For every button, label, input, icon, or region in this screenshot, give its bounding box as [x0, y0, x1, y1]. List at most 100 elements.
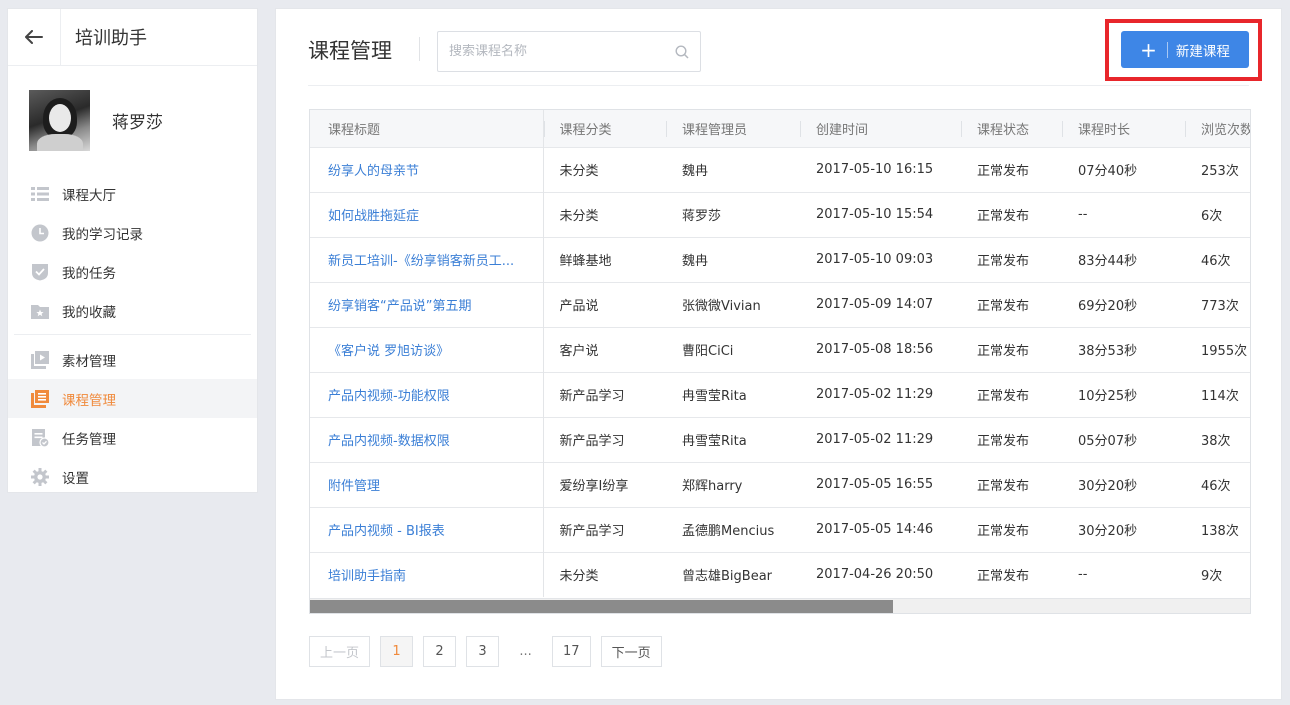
course-title-link[interactable]: 《客户说 罗旭访谈》	[328, 344, 449, 359]
course-icon	[31, 389, 49, 408]
gear-icon	[31, 467, 49, 486]
cell-title: 附件管理	[310, 461, 544, 507]
cell-created: 2017-05-10 09:03	[800, 236, 961, 282]
course-title-link[interactable]: 产品内视频-数据权限	[328, 434, 450, 449]
cell-category: 未分类	[543, 551, 666, 597]
cell-status: 正常发布	[961, 146, 1062, 192]
cell-duration: 69分20秒	[1062, 281, 1185, 327]
page-button-last[interactable]: 17	[552, 636, 591, 667]
search-icon[interactable]	[664, 44, 700, 59]
cell-duration: 30分20秒	[1062, 506, 1185, 552]
table-row[interactable]: 如何战胜拖延症 未分类 蒋罗莎 2017-05-10 15:54 正常发布 -- 6次	[310, 191, 1250, 237]
cell-status: 正常发布	[961, 281, 1062, 327]
clock-icon	[31, 224, 49, 242]
back-button[interactable]	[8, 8, 61, 66]
table-row[interactable]: 产品内视频 - BI报表 新产品学习 孟德鹏Mencius 2017-05-05 14…	[310, 506, 1250, 552]
sidebar-item-label: 我的学习记录	[62, 226, 143, 243]
course-title-link[interactable]: 纷享人的母亲节	[328, 164, 419, 179]
avatar[interactable]	[29, 89, 90, 151]
cell-views: 9次	[1185, 551, 1250, 597]
column-header-views[interactable]: 浏览次数	[1185, 110, 1250, 147]
sidebar-item-course-hall[interactable]: 课程大厅	[8, 174, 257, 213]
page-button-2[interactable]: 2	[423, 636, 457, 667]
cell-status: 正常发布	[961, 371, 1062, 417]
cell-created: 2017-05-08 18:56	[800, 326, 961, 372]
column-header-admin[interactable]: 课程管理员	[666, 110, 800, 147]
sidebar-item-study-record[interactable]: 我的学习记录	[8, 213, 257, 252]
cell-views: 46次	[1185, 461, 1250, 507]
column-header-created[interactable]: 创建时间	[800, 110, 961, 147]
header-divider	[308, 85, 1249, 86]
cell-category: 产品说	[543, 281, 666, 327]
table-row[interactable]: 纷享人的母亲节 未分类 魏冉 2017-05-10 16:15 正常发布 07分40秒 25…	[310, 146, 1250, 192]
cell-category: 鲜蜂基地	[543, 236, 666, 282]
course-title-link[interactable]: 培训助手指南	[328, 569, 406, 584]
list-icon	[31, 185, 49, 203]
cell-title: 产品内视频-数据权限	[310, 416, 544, 462]
cell-views: 114次	[1185, 371, 1250, 417]
cell-title: 纷享销客“产品说”第五期	[310, 281, 544, 327]
cell-status: 正常发布	[961, 551, 1062, 597]
column-header-category[interactable]: 课程分类	[543, 110, 666, 147]
table-row[interactable]: 新员工培训-《纷享销客新员工... 鲜蜂基地 魏冉 2017-05-10 09:03 正…	[310, 236, 1250, 282]
next-page-button[interactable]: 下一页	[600, 636, 662, 667]
pagination: 上一页 1 2 3 ... 17 下一页	[309, 636, 672, 667]
column-header-title[interactable]: 课程标题	[310, 110, 544, 147]
cell-created: 2017-05-02 11:29	[800, 371, 961, 417]
sidebar-item-favorites[interactable]: 我的收藏	[8, 291, 257, 330]
cell-created: 2017-05-02 11:29	[800, 416, 961, 462]
sidebar-item-materials[interactable]: 素材管理	[8, 340, 257, 379]
search-input[interactable]	[449, 44, 664, 59]
cell-admin: 孟德鹏Mencius	[666, 506, 800, 552]
title-divider	[419, 37, 420, 61]
sidebar-item-label: 我的收藏	[62, 304, 116, 321]
column-header-status[interactable]: 课程状态	[961, 110, 1062, 147]
username: 蒋罗莎	[112, 112, 163, 133]
cell-admin: 冉雪莹Rita	[666, 371, 800, 417]
page-button-1[interactable]: 1	[380, 636, 414, 667]
sidebar-item-label: 我的任务	[62, 265, 116, 282]
course-title-link[interactable]: 产品内视频-功能权限	[328, 389, 450, 404]
sidebar: 培训助手 蒋罗莎 课程大厅 我的学习记录 我的任务 我的收藏 素材管理 课程管理…	[7, 8, 258, 493]
cell-title: 纷享人的母亲节	[310, 146, 544, 192]
cell-admin: 曾志雄BigBear	[666, 551, 800, 597]
column-header-duration[interactable]: 课程时长	[1062, 110, 1185, 147]
sidebar-item-task-management[interactable]: 任务管理	[8, 418, 257, 457]
scrollbar-thumb[interactable]	[310, 600, 893, 613]
cell-title: 新员工培训-《纷享销客新员工...	[310, 236, 544, 282]
table-row[interactable]: 培训助手指南 未分类 曾志雄BigBear 2017-04-26 20:50 正常发布 -…	[310, 551, 1250, 597]
course-title-link[interactable]: 新员工培训-《纷享销客新员工...	[328, 254, 514, 269]
course-title-link[interactable]: 如何战胜拖延症	[328, 209, 419, 224]
sidebar-nav: 课程大厅 我的学习记录 我的任务 我的收藏 素材管理 课程管理 任务管理 设置	[8, 174, 257, 496]
table-body: 纷享人的母亲节 未分类 魏冉 2017-05-10 16:15 正常发布 07分40秒 25…	[310, 146, 1250, 597]
cell-views: 138次	[1185, 506, 1250, 552]
cell-admin: 魏冉	[666, 146, 800, 192]
cell-title: 培训助手指南	[310, 551, 544, 597]
sidebar-item-settings[interactable]: 设置	[8, 457, 257, 496]
table-row[interactable]: 产品内视频-功能权限 新产品学习 冉雪莹Rita 2017-05-02 11:29 正常…	[310, 371, 1250, 417]
table-row[interactable]: 《客户说 罗旭访谈》 客户说 曹阳CiCi 2017-05-08 18:56 正常发布 3…	[310, 326, 1250, 372]
course-title-link[interactable]: 产品内视频 - BI报表	[328, 524, 445, 539]
course-title-link[interactable]: 附件管理	[328, 479, 380, 494]
cell-admin: 冉雪莹Rita	[666, 416, 800, 462]
new-course-button[interactable]: + 新建课程	[1121, 31, 1249, 68]
search-box[interactable]	[437, 31, 701, 72]
course-title-link[interactable]: 纷享销客“产品说”第五期	[328, 299, 471, 314]
main-panel: 课程管理 + 新建课程 课程标题 课程分类 课程管理员 创建时间	[275, 8, 1282, 700]
cell-created: 2017-05-05 14:46	[800, 506, 961, 552]
cell-views: 253次	[1185, 146, 1250, 192]
sidebar-item-label: 课程大厅	[62, 187, 116, 204]
page-button-3[interactable]: 3	[466, 636, 500, 667]
arrow-left-icon	[25, 30, 43, 44]
sidebar-item-my-tasks[interactable]: 我的任务	[8, 252, 257, 291]
prev-page-button[interactable]: 上一页	[309, 636, 371, 667]
cell-duration: 07分40秒	[1062, 146, 1185, 192]
cell-status: 正常发布	[961, 191, 1062, 237]
pagination-ellipsis: ...	[509, 636, 543, 667]
horizontal-scrollbar[interactable]	[310, 598, 1250, 613]
table-row[interactable]: 纷享销客“产品说”第五期 产品说 张微微Vivian 2017-05-09 14:07…	[310, 281, 1250, 327]
cell-status: 正常发布	[961, 416, 1062, 462]
table-row[interactable]: 附件管理 爱纷享I纷享 郑辉harry 2017-05-05 16:55 正常发布 30分…	[310, 461, 1250, 507]
sidebar-item-course-management[interactable]: 课程管理	[8, 379, 257, 418]
table-row[interactable]: 产品内视频-数据权限 新产品学习 冉雪莹Rita 2017-05-02 11:29 正常…	[310, 416, 1250, 462]
